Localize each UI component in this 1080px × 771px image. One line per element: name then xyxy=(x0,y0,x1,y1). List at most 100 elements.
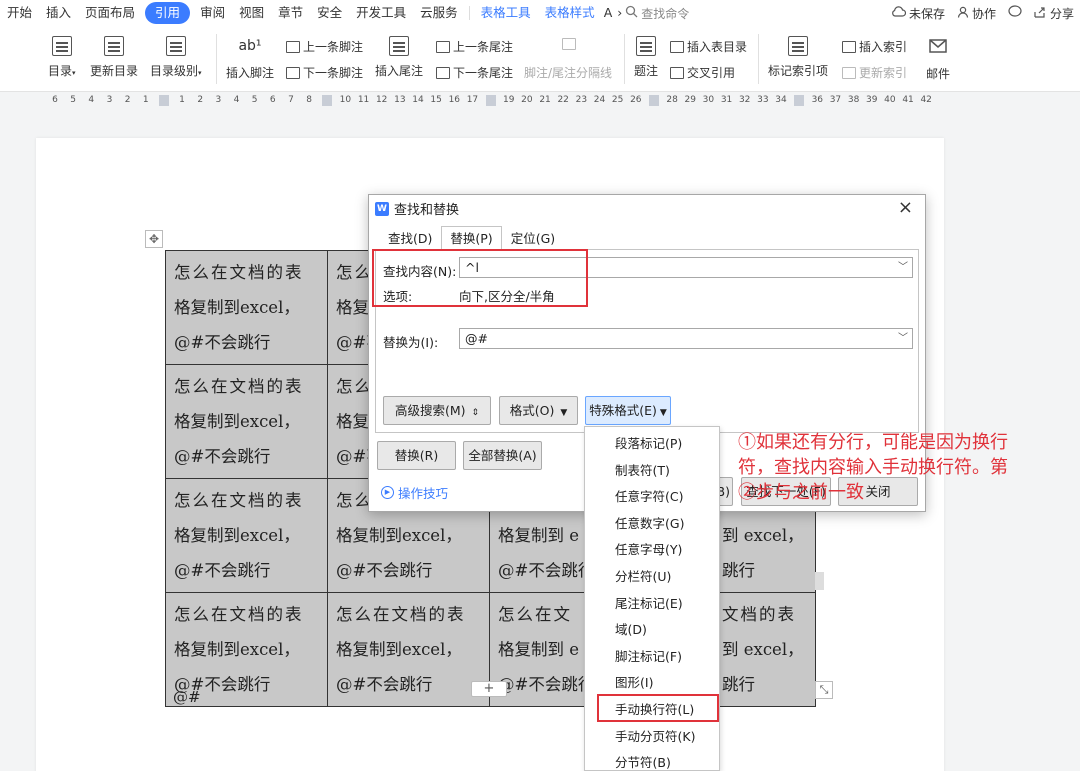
tab-goto[interactable]: 定位(G) xyxy=(502,226,564,250)
advanced-search-button[interactable]: 高级搜索(M) ⇕ xyxy=(383,396,491,425)
ruler-margin-marker[interactable] xyxy=(794,95,805,106)
format-button[interactable]: 格式(O) ▼ xyxy=(499,396,578,425)
toc-button[interactable]: 目录▾ xyxy=(48,36,76,79)
ruler-tick-label: 4 xyxy=(88,95,95,105)
menu-home[interactable]: 开始 xyxy=(0,2,39,24)
prev-endnote-button[interactable]: 上一条尾注 xyxy=(436,38,513,55)
tab-replace[interactable]: 替换(P) xyxy=(441,226,502,250)
table-cell[interactable]: 怎么在文档的表格复制到excel， @#不会跳行 xyxy=(165,478,328,593)
special-format-item[interactable]: 任意数字(G) xyxy=(615,513,684,532)
command-search[interactable]: 查找命令 xyxy=(625,5,689,22)
tab-find[interactable]: 查找(D) xyxy=(379,226,441,250)
menu-view[interactable]: 视图 xyxy=(232,2,271,24)
ruler-tick-label: 8 xyxy=(306,95,312,105)
toc-level-button[interactable]: 目录级别▾ xyxy=(150,36,202,79)
menu-overflow-a[interactable]: A xyxy=(602,2,615,24)
paragraph-after-table: @# xyxy=(173,688,201,706)
menu-developer[interactable]: 开发工具 xyxy=(349,2,413,24)
refresh-document-icon xyxy=(104,36,124,56)
special-format-item[interactable]: 任意字母(Y) xyxy=(615,539,682,558)
special-format-item[interactable]: 制表符(T) xyxy=(615,460,670,479)
ruler-tick-label: 33 xyxy=(757,95,769,105)
table-move-handle[interactable]: ✥ xyxy=(145,230,163,248)
ruler-margin-marker[interactable] xyxy=(322,95,333,106)
special-format-item[interactable]: 分栏符(U) xyxy=(615,566,671,585)
ruler-tick-label: 36 xyxy=(811,95,824,105)
ruler-tick-label: 39 xyxy=(866,95,878,105)
ruler-tick-label: 31 xyxy=(720,95,733,105)
special-format-item[interactable]: 域(D) xyxy=(615,619,647,638)
special-format-item[interactable]: 脚注标记(F) xyxy=(615,646,682,665)
insert-table-of-figures-label: 插入表目录 xyxy=(687,40,748,54)
ruler-margin-marker[interactable] xyxy=(485,95,496,106)
replace-button[interactable]: 替换(R) xyxy=(377,441,456,470)
menu-table-tools[interactable]: 表格工具 xyxy=(474,2,538,24)
chevron-down-icon[interactable]: ﹀ xyxy=(898,258,908,277)
insert-footnote-button[interactable]: ab¹ 插入脚注 xyxy=(226,38,274,81)
add-row-button[interactable]: + xyxy=(471,681,507,697)
ruler-margin-marker[interactable] xyxy=(158,95,169,106)
cell-text-line: 格复制到excel， xyxy=(336,640,462,659)
table-cell[interactable]: 怎么在文档的表格复制到excel， @#不会跳行 xyxy=(327,592,490,707)
menu-table-style[interactable]: 表格样式 xyxy=(538,2,602,24)
special-format-item[interactable]: 任意字符(C) xyxy=(615,486,683,505)
special-format-item[interactable]: 分节符(B) xyxy=(615,752,671,771)
unsaved-status[interactable]: 未保存 xyxy=(885,5,951,22)
menu-cloud[interactable]: 云服务 xyxy=(413,2,465,24)
update-toc-button[interactable]: 更新目录 xyxy=(90,36,138,79)
collaborate-button[interactable]: 协作 xyxy=(951,5,1002,22)
menu-page-layout[interactable]: 页面布局 xyxy=(78,2,142,24)
replace-input[interactable]: @# ﹀ xyxy=(459,328,913,349)
menu-chapter[interactable]: 章节 xyxy=(271,2,310,24)
insert-table-of-figures-button[interactable]: 插入表目录 xyxy=(670,38,747,55)
menu-references[interactable]: 引用 xyxy=(145,2,191,24)
caption-button[interactable]: 题注 xyxy=(634,36,658,79)
special-format-item[interactable]: 图形(I) xyxy=(615,672,653,691)
horizontal-ruler[interactable]: 6 5 4 3 2 1 1 2 3 4 5 6 7 8 10 11 12 13 14 15 16 17 19 20 21 22 23… xyxy=(0,92,1080,110)
ruler-tick-label: 7 xyxy=(288,95,294,105)
search-placeholder: 查找命令 xyxy=(641,6,690,21)
annotation-line-2: 符，查找内容输入手动换行符。第 xyxy=(738,457,1008,478)
replace-all-button[interactable]: 全部替换(A) xyxy=(463,441,542,470)
table-cell[interactable]: 怎么在文档的表格复制到excel， @#不会跳行 xyxy=(165,364,328,479)
share-button[interactable]: 分享 xyxy=(1028,5,1080,22)
next-endnote-button[interactable]: 下一条尾注 xyxy=(436,64,513,81)
table-resize-handle[interactable]: ⤡ xyxy=(815,681,833,699)
next-endnote-label: 下一条尾注 xyxy=(453,66,514,80)
column-resize-handle[interactable] xyxy=(815,572,824,590)
ruler-margin-marker[interactable] xyxy=(648,95,659,106)
ruler-tick-label: 22 xyxy=(557,95,569,105)
dialog-titlebar[interactable]: W 查找和替换 × xyxy=(369,195,925,222)
special-format-item[interactable]: 段落标记(P) xyxy=(615,433,682,452)
table-cell[interactable]: 怎么在文档的表格复制到excel， @#不会跳行 xyxy=(165,250,328,365)
ribbon-toolbar: 目录▾ 更新目录 目录级别▾ ab¹ 插入脚注 上一条脚注 下一条脚注 插入尾注… xyxy=(0,26,1080,92)
menu-security[interactable]: 安全 xyxy=(310,2,349,24)
menu-review[interactable]: 审阅 xyxy=(193,2,232,24)
mail-button[interactable]: 邮件 xyxy=(926,36,950,82)
special-format-item[interactable]: 尾注标记(E) xyxy=(615,593,683,612)
prev-footnote-button[interactable]: 上一条脚注 xyxy=(286,38,363,55)
special-format-item[interactable]: 手动分页符(K) xyxy=(615,726,695,745)
cell-text-line: 怎么在文档的表 xyxy=(174,491,304,510)
ruler-tick-label: 3 xyxy=(106,95,113,105)
dialog-title: 查找和替换 xyxy=(394,203,460,218)
chevron-down-icon[interactable]: ﹀ xyxy=(898,329,908,348)
tips-link[interactable]: ▶ 操作技巧 xyxy=(381,483,448,502)
special-format-button[interactable]: 特殊格式(E) ▼ xyxy=(585,396,671,425)
insert-endnote-button[interactable]: 插入尾注 xyxy=(375,36,423,79)
close-icon[interactable]: × xyxy=(898,198,913,218)
menu-insert[interactable]: 插入 xyxy=(39,2,78,24)
chevron-right-icon[interactable]: › xyxy=(614,2,625,24)
ruler-tick-label: 29 xyxy=(684,95,696,105)
cross-reference-button[interactable]: 交叉引用 xyxy=(670,64,735,81)
comment-button[interactable] xyxy=(1002,5,1028,21)
mark-index-button[interactable]: 标记索引项 xyxy=(768,36,828,79)
ruler-tick-label: 1 xyxy=(179,95,185,105)
mark-index-label: 标记索引项 xyxy=(768,64,829,78)
caret-down-icon: ▼ xyxy=(560,408,568,418)
ruler-tick-label: 2 xyxy=(124,95,131,105)
ruler-tick-label: 16 xyxy=(448,95,461,105)
ruler-tick-label: 14 xyxy=(412,95,424,105)
insert-index-button[interactable]: 插入索引 xyxy=(842,38,907,55)
next-footnote-button[interactable]: 下一条脚注 xyxy=(286,64,363,81)
